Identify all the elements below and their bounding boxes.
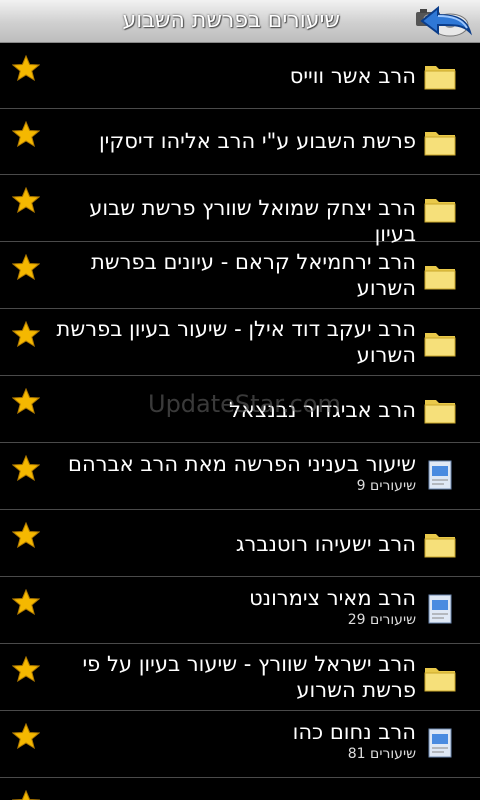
- document-icon: [428, 460, 452, 490]
- folder-icon: [424, 66, 456, 90]
- star-icon[interactable]: [12, 455, 40, 481]
- item-title: הרב ישעיהו רוטנברג: [235, 532, 416, 556]
- list-item[interactable]: הרב אשר ווייס: [0, 43, 480, 109]
- back-arrow-icon[interactable]: [414, 4, 474, 38]
- star-icon[interactable]: [12, 121, 40, 147]
- list-item[interactable]: פרשת השבוע ע"י הרב אליהו דיסקין: [0, 109, 480, 175]
- list-item[interactable]: שיעור בעניני הפרשה מאת הרב אברהם שיעורים…: [0, 443, 480, 510]
- item-title: הרב אשר ווייס: [289, 64, 416, 88]
- star-icon[interactable]: [12, 522, 40, 548]
- list-item[interactable]: הרב נחום כהו שיעורים 81: [0, 711, 480, 778]
- item-title: הרב ירחמיאל קראם - עיונים בפרשת השרוע: [91, 250, 416, 300]
- lesson-list[interactable]: הרב אשר ווייס פרשת השבוע ע"י הרב אליהו ד…: [0, 43, 480, 800]
- item-count: שיעורים 9: [356, 478, 416, 494]
- folder-icon: [424, 534, 456, 558]
- star-icon[interactable]: [12, 55, 40, 81]
- item-title: הרב נחום כהו: [292, 720, 416, 744]
- folder-icon: [424, 668, 456, 692]
- list-item[interactable]: הרב ישראל שוורץ - שיעור בעיון על פי פרשת…: [0, 644, 480, 711]
- item-title: הרב יצחק שמואל שוורץ פרשת שבוע בעיון: [89, 196, 416, 246]
- title-bar: שיעורים בפרשת השבוע: [0, 0, 480, 43]
- item-title: הרב יעקב דוד אילן - שיעור בעיון בפרשת הש…: [56, 317, 416, 367]
- item-title: הרב ישראל שוורץ - שיעור בעיון על פי פרשת…: [82, 652, 416, 702]
- list-item[interactable]: הרב מאיר צימרונט שיעורים 29: [0, 577, 480, 644]
- folder-icon: [424, 199, 456, 223]
- star-icon[interactable]: [12, 321, 40, 347]
- list-item[interactable]: הרב ירחמיאל קראם - עיונים בפרשת השרוע: [0, 242, 480, 309]
- page-title: שיעורים בפרשת השבוע: [122, 8, 340, 33]
- star-icon[interactable]: [12, 790, 40, 800]
- watermark: UpdateStar.com: [148, 390, 341, 418]
- document-icon: [428, 728, 452, 758]
- list-item[interactable]: [0, 778, 480, 800]
- folder-icon: [424, 796, 456, 800]
- item-title: שיעור בעניני הפרשה מאת הרב אברהם: [68, 452, 416, 476]
- star-icon[interactable]: [12, 589, 40, 615]
- item-title: פרשת השבוע ע"י הרב אליהו דיסקין: [98, 129, 416, 153]
- star-icon[interactable]: [12, 656, 40, 682]
- star-icon[interactable]: [12, 187, 40, 213]
- item-count: שיעורים 29: [347, 612, 416, 628]
- folder-icon: [424, 266, 456, 290]
- star-icon[interactable]: [12, 254, 40, 280]
- list-item[interactable]: הרב יצחק שמואל שוורץ פרשת שבוע בעיון: [0, 175, 480, 246]
- folder-icon: [424, 333, 456, 357]
- list-item[interactable]: הרב ישעיהו רוטנברג: [0, 510, 480, 577]
- folder-icon: [424, 400, 456, 424]
- star-icon[interactable]: [12, 388, 40, 414]
- list-item[interactable]: הרב יעקב דוד אילן - שיעור בעיון בפרשת הש…: [0, 309, 480, 376]
- folder-icon: [424, 132, 456, 156]
- item-count: שיעורים 81: [347, 746, 416, 762]
- document-icon: [428, 594, 452, 624]
- star-icon[interactable]: [12, 723, 40, 749]
- item-title: הרב מאיר צימרונט: [249, 586, 416, 610]
